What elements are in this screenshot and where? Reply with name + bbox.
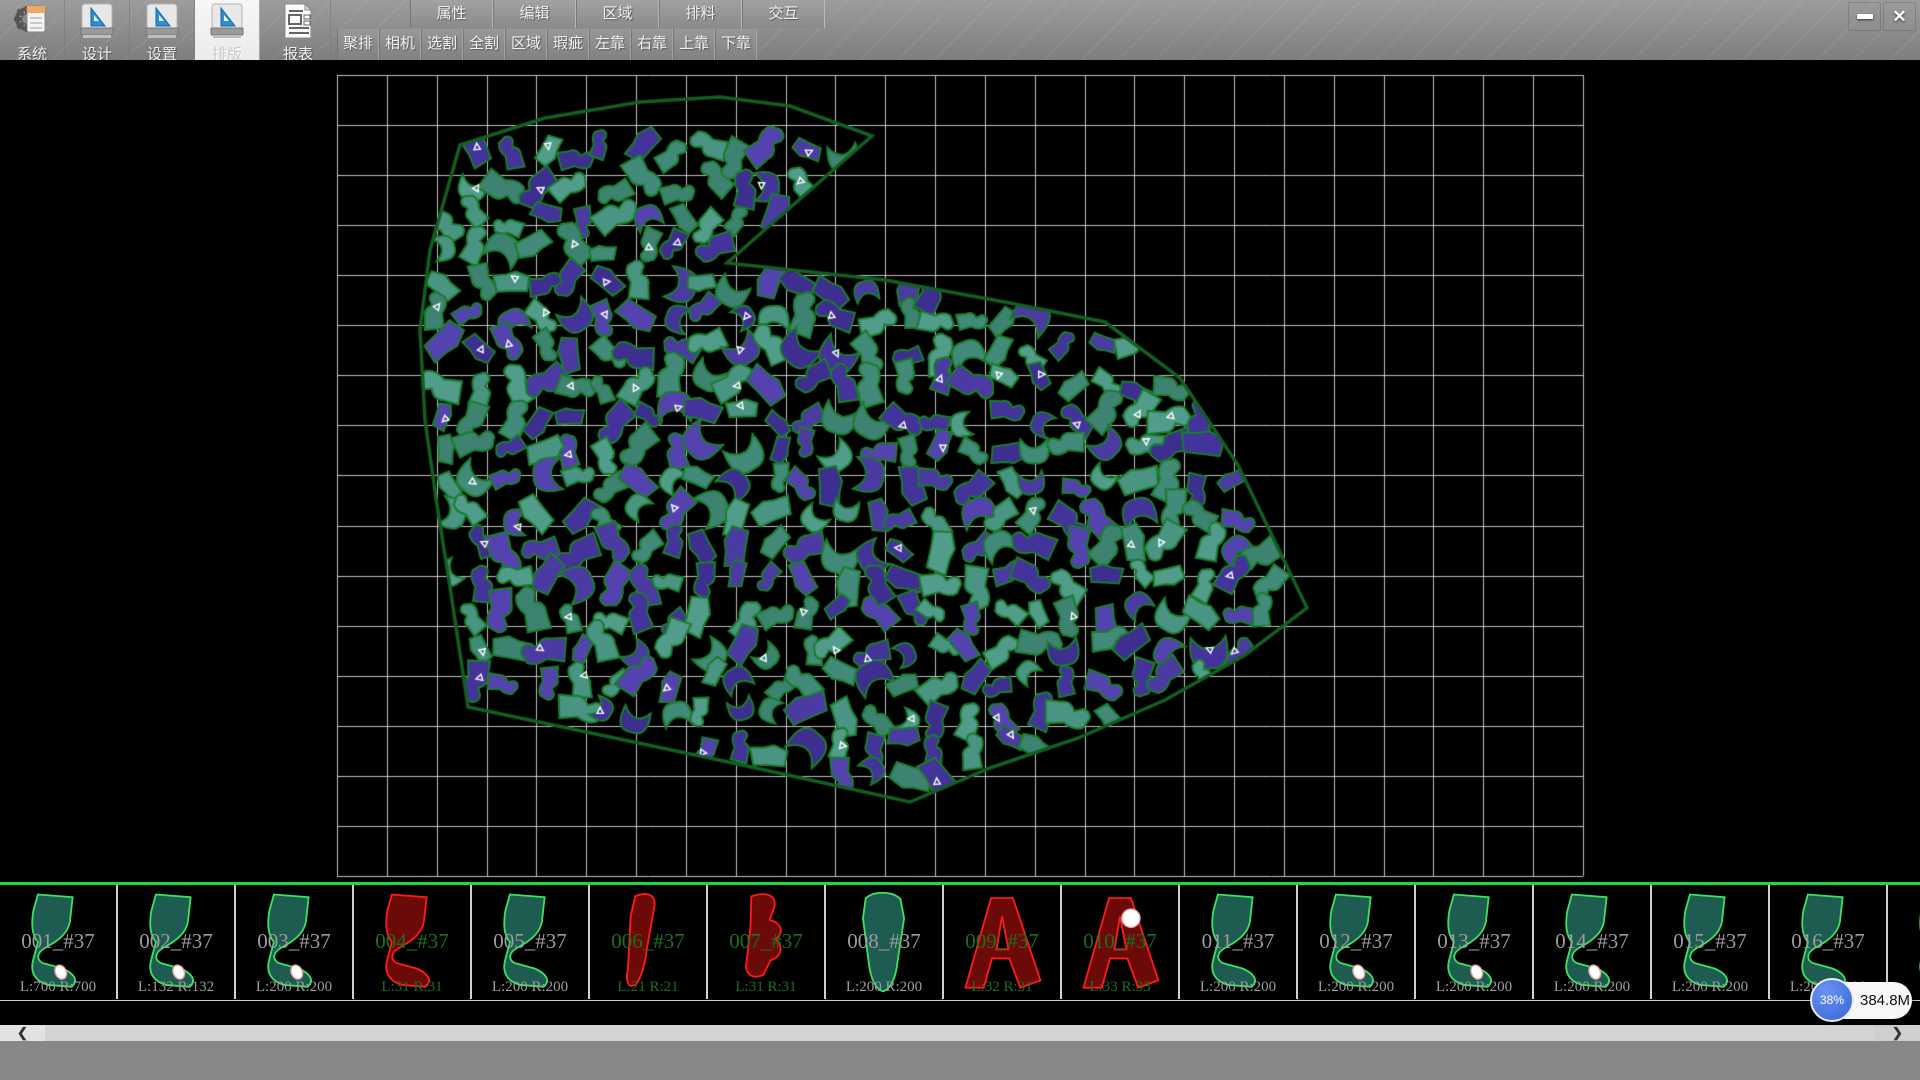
progress-percent: 38% xyxy=(1820,993,1844,1007)
main-tab-system[interactable]: 系统 xyxy=(0,0,65,60)
piece-thumbnail[interactable]: 011_#37 L:200 R:200 xyxy=(1180,885,1298,999)
piece-shape xyxy=(486,889,574,995)
scroll-left-button[interactable]: ❮ xyxy=(0,1025,45,1041)
piece-shape xyxy=(1312,889,1400,995)
piece-thumbnail[interactable]: 003_#37 L:200 R:200 xyxy=(236,885,354,999)
tool-button[interactable]: 左靠 xyxy=(589,29,631,60)
piece-shape xyxy=(840,889,928,995)
main-tab-layout-ruler[interactable]: 排版 xyxy=(195,0,260,60)
main-tab-label: 报表 xyxy=(283,46,313,60)
tool-button[interactable]: 全割 xyxy=(463,29,505,60)
piece-shape xyxy=(958,889,1046,995)
window-bottom-bar xyxy=(0,1041,1920,1080)
application-window: 系统设计设置排版报表 属性编辑区域排料交互 聚排相机选割全割区域瑕疵左靠右靠上靠… xyxy=(0,0,1920,1080)
piece-thumbnail[interactable]: 004_#37 L:31 R:31 xyxy=(354,885,472,999)
progress-badge: 38% 384.8M xyxy=(1812,982,1912,1019)
close-icon: ✕ xyxy=(1892,8,1906,25)
tool-button[interactable]: 选割 xyxy=(421,29,463,60)
piece-thumbnail[interactable]: 010_#37 L:33 R:33 xyxy=(1062,885,1180,999)
main-tab-label: 设计 xyxy=(82,46,112,60)
close-button[interactable]: ✕ xyxy=(1883,2,1916,31)
settings-ruler-icon xyxy=(143,2,181,45)
piece-shape xyxy=(1430,889,1518,995)
tool-button[interactable]: 聚排 xyxy=(337,29,379,60)
toolbar: 系统设计设置排版报表 属性编辑区域排料交互 聚排相机选割全割区域瑕疵左靠右靠上靠… xyxy=(0,0,1920,60)
scroll-right-button[interactable]: ❯ xyxy=(1875,1025,1920,1041)
tool-button[interactable]: 下靠 xyxy=(715,29,757,60)
main-tab-report[interactable]: 报表 xyxy=(266,0,331,60)
menu-item[interactable]: 排料 xyxy=(659,0,742,28)
piece-thumbnail[interactable]: 014_#37 L:200 R:200 xyxy=(1534,885,1652,999)
piece-thumbnail[interactable]: 002_#37 L:132 R:132 xyxy=(118,885,236,999)
menu-row-primary: 属性编辑区域排料交互 xyxy=(410,0,825,28)
tool-button[interactable]: 相机 xyxy=(379,29,421,60)
tool-button[interactable]: 上靠 xyxy=(673,29,715,60)
minimize-button[interactable] xyxy=(1848,2,1881,31)
main-tab-label: 排版 xyxy=(212,46,242,60)
piece-thumbnail[interactable]: 008_#37 L:200 R:200 xyxy=(826,885,944,999)
piece-thumbnail[interactable]: 013_#37 L:200 R:200 xyxy=(1416,885,1534,999)
menu-item[interactable]: 区域 xyxy=(576,0,659,28)
nesting-canvas[interactable] xyxy=(0,60,1920,882)
piece-shape xyxy=(1902,889,1920,995)
system-icon xyxy=(13,2,51,45)
piece-thumbnail[interactable]: 012_#37 L:200 R:200 xyxy=(1298,885,1416,999)
piece-shape xyxy=(14,889,102,995)
main-tab-design-ruler[interactable]: 设计 xyxy=(65,0,130,60)
progress-circle: 38% xyxy=(1810,978,1854,1022)
piece-thumbnail-strip: 001_#37 L:700 R:700 002_#37 L:132 R:132 … xyxy=(0,885,1920,1001)
piece-shape xyxy=(722,889,810,995)
tool-button[interactable]: 区域 xyxy=(505,29,547,60)
main-tab-buttons: 系统 设计 设置 排版 报表 xyxy=(0,0,331,60)
piece-thumbnail[interactable]: 009_#37 L:32 R:31 xyxy=(944,885,1062,999)
horizontal-scrollbar[interactable]: ❮ ❯ xyxy=(0,1025,1920,1041)
scrollbar-track[interactable] xyxy=(45,1025,1920,1041)
piece-shape xyxy=(250,889,338,995)
piece-shape xyxy=(1194,889,1282,995)
piece-thumbnail[interactable]: 015_#37 L:200 R:200 xyxy=(1652,885,1770,999)
menu-item[interactable]: 属性 xyxy=(410,0,493,28)
piece-thumbnail[interactable]: 001_#37 L:700 R:700 xyxy=(0,885,118,999)
minimize-icon xyxy=(1857,14,1873,19)
memory-value: 384.8M xyxy=(1860,992,1910,1009)
design-ruler-icon xyxy=(78,2,116,45)
main-tab-label: 系统 xyxy=(17,46,47,60)
layout-ruler-icon xyxy=(208,2,246,45)
menu-row-tools: 聚排相机选割全割区域瑕疵左靠右靠上靠下靠 xyxy=(337,29,757,60)
tool-button[interactable]: 瑕疵 xyxy=(547,29,589,60)
window-controls: ✕ xyxy=(1848,2,1916,31)
piece-shape xyxy=(368,889,456,995)
piece-shape xyxy=(604,889,692,995)
piece-shape xyxy=(1666,889,1754,995)
piece-shape xyxy=(1548,889,1636,995)
piece-shape xyxy=(132,889,220,995)
main-tab-settings-ruler[interactable]: 设置 xyxy=(130,0,195,60)
piece-shape xyxy=(1076,889,1164,995)
report-icon xyxy=(279,2,317,45)
piece-thumbnail[interactable]: 007_#37 L:31 R:31 xyxy=(708,885,826,999)
piece-thumbnail[interactable]: 005_#37 L:200 R:200 xyxy=(472,885,590,999)
tool-button[interactable]: 右靠 xyxy=(631,29,673,60)
piece-thumbnail[interactable]: 006_#37 L:21 R:21 xyxy=(590,885,708,999)
menu-item[interactable]: 编辑 xyxy=(493,0,576,28)
main-tab-label: 设置 xyxy=(147,46,177,60)
menu-item[interactable]: 交互 xyxy=(742,0,825,28)
